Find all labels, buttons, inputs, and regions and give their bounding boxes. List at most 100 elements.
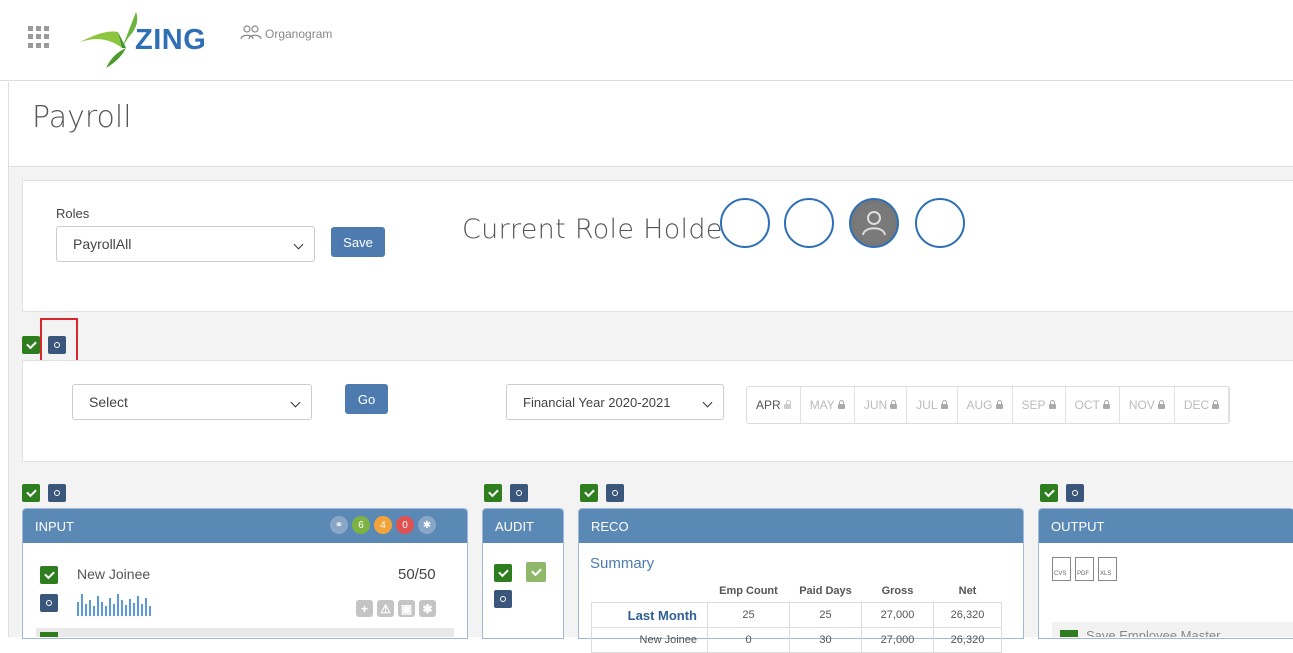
table-cell: 26,320 [933, 602, 1002, 628]
table-cell: 0 [707, 627, 790, 653]
audit-panel-header: AUDIT [483, 509, 563, 543]
month-tab-may[interactable]: MAY [801, 387, 855, 423]
go-button[interactable]: Go [345, 384, 388, 414]
month-tab-jun[interactable]: JUN [855, 387, 908, 423]
table-cell: 27,000 [861, 602, 934, 628]
warning-icon[interactable]: ⚠ [377, 600, 394, 617]
lock-icon [940, 400, 948, 409]
next-item-check-button[interactable] [40, 632, 58, 637]
file-type-label: PDF [1077, 571, 1089, 577]
month-label: SEP [1021, 398, 1046, 412]
month-label: OCT [1074, 398, 1100, 412]
page-title: Payroll [32, 100, 132, 135]
new-joinee-count: 50/50 [398, 566, 436, 583]
logo-text: ZING [135, 24, 207, 56]
month-tab-jul[interactable]: JUL [907, 387, 958, 423]
input-check-button[interactable] [22, 484, 40, 502]
role-holder-avatar-3[interactable] [849, 198, 899, 248]
output-item-label: Save Employee Master [1086, 628, 1221, 637]
reco-check-button[interactable] [580, 484, 598, 502]
output-item-check-button[interactable] [1060, 630, 1078, 637]
sparkline-icon [77, 590, 155, 621]
column-header: Net [958, 585, 977, 597]
check-toggle-button[interactable] [22, 336, 40, 354]
output-file-icons: CVS PDF XLS [1052, 557, 1117, 581]
add-icon[interactable]: + [356, 600, 373, 617]
save-button[interactable]: Save [331, 227, 385, 257]
table-cell: 25 [789, 602, 862, 628]
input-status-badges: ⚭ 6 4 0 ✱ [330, 516, 436, 534]
lock-icon [1157, 400, 1165, 409]
file-type-label: XLS [1100, 571, 1112, 577]
app-grid-icon[interactable] [28, 26, 50, 48]
lock-icon [1048, 400, 1056, 409]
month-tab-sep[interactable]: SEP [1013, 387, 1066, 423]
audit-item-check-button[interactable] [494, 564, 512, 582]
filter-select-value: Select [89, 394, 128, 410]
current-role-holder-label: Current Role Holder: [462, 214, 744, 245]
new-joinee-check-button[interactable] [40, 566, 58, 584]
audit-panel-title: AUDIT [495, 518, 534, 534]
chevron-down-icon [702, 397, 713, 408]
row-label: New Joinee [591, 627, 708, 653]
link-icon[interactable]: ⚭ [330, 516, 348, 534]
csv-file-icon[interactable]: CVS [1052, 557, 1071, 581]
gear-icon[interactable]: ✱ [418, 516, 436, 534]
unlock-icon [783, 400, 791, 409]
role-holder-avatar-4[interactable] [915, 198, 965, 248]
role-holder-avatar-1[interactable] [720, 198, 770, 248]
month-label: AUG [966, 398, 993, 412]
organogram-label: Organogram [265, 26, 333, 41]
month-label: NOV [1128, 398, 1155, 412]
next-item-row [36, 628, 454, 637]
reco-settings-button[interactable] [606, 484, 624, 502]
xls-file-icon[interactable]: XLS [1098, 557, 1117, 581]
lock-icon[interactable]: ▣ [398, 600, 415, 617]
month-tab-oct[interactable]: OCT [1066, 387, 1120, 423]
input-settings-button[interactable] [48, 484, 66, 502]
organogram-link[interactable]: Organogram [240, 24, 332, 43]
output-panel-header: OUTPUT [1039, 509, 1293, 543]
roles-select-value: PayrollAll [73, 236, 132, 252]
audit-item-settings-button[interactable] [494, 590, 512, 608]
column-header: Emp Count [719, 585, 778, 597]
month-tab-aug[interactable]: AUG [958, 387, 1013, 423]
gear-icon[interactable]: ✱ [419, 600, 436, 617]
status-badge-orange[interactable]: 4 [374, 516, 392, 534]
new-joinee-label: New Joinee [77, 566, 151, 582]
audit-approved-check-button[interactable] [526, 562, 546, 582]
audit-settings-button[interactable] [510, 484, 528, 502]
pdf-file-icon[interactable]: PDF [1075, 557, 1094, 581]
role-holder-avatar-2[interactable] [784, 198, 834, 248]
roles-select[interactable]: PayrollAll [56, 226, 315, 262]
status-badge-red[interactable]: 0 [396, 516, 414, 534]
filter-select[interactable]: Select [72, 384, 312, 420]
reco-summary-table: Emp Count Paid Days Gross Net Last Month… [591, 580, 1002, 653]
lock-icon [995, 400, 1003, 409]
month-label: JUN [863, 398, 888, 412]
page-header [8, 82, 1293, 167]
month-tab-nov[interactable]: NOV [1120, 387, 1175, 423]
status-badge-green[interactable]: 6 [352, 516, 370, 534]
column-header: Gross [881, 585, 914, 597]
financial-year-select[interactable]: Financial Year 2020-2021 [506, 384, 724, 420]
table-row: New Joinee 0 30 27,000 26,320 [591, 627, 1002, 653]
month-tab-apr[interactable]: APR [747, 387, 801, 423]
month-tab-dec[interactable]: DEC [1175, 387, 1230, 423]
audit-check-button[interactable] [484, 484, 502, 502]
lock-icon [1212, 400, 1220, 409]
user-avatar-icon [855, 204, 893, 242]
reco-panel-title: RECO [591, 518, 629, 534]
table-cell: 26,320 [933, 627, 1002, 653]
output-check-button[interactable] [1040, 484, 1058, 502]
month-label: JUL [916, 398, 938, 412]
output-settings-button[interactable] [1066, 484, 1084, 502]
table-cell: 25 [707, 602, 790, 628]
summary-label: Summary [590, 555, 655, 572]
row-label: Last Month [591, 602, 708, 628]
new-joinee-settings-button[interactable] [40, 594, 58, 612]
roles-label: Roles [56, 206, 90, 221]
input-panel-title: INPUT [35, 518, 74, 534]
output-panel-title: OUTPUT [1051, 518, 1105, 534]
table-cell: 27,000 [861, 627, 934, 653]
